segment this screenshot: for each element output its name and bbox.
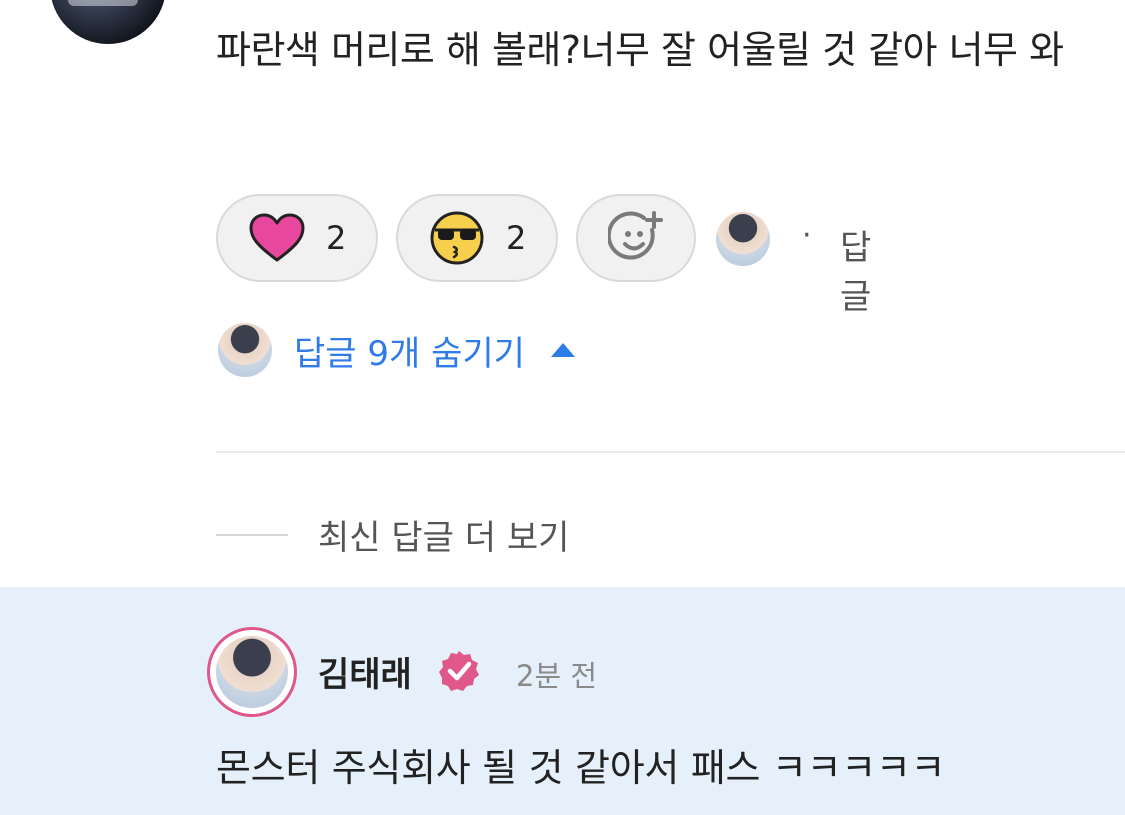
more-replies-line [216,533,288,536]
reply-timestamp: 2분 전 [516,659,598,693]
separator-dot: · [802,218,812,253]
emoji-count: 2 [506,219,527,257]
more-replies-button[interactable]: 최신 답글 더 보기 [318,510,569,559]
caret-up-icon [550,343,575,357]
heart-icon [249,213,305,262]
sunglasses-kiss-emoji-icon [430,211,484,265]
highlighted-reply: 김태래 2분 전 몬스터 주식회사 될 것 같아서 패스 ㅋㅋㅋㅋㅋ [0,587,1125,815]
emoji-reaction-button[interactable]: 2 [396,194,558,282]
hide-replies-toggle[interactable]: 답글 9개 숨기기 [218,322,575,378]
reply-author-avatar-ring[interactable] [207,627,297,717]
reply-author-name[interactable]: 김태래 [318,647,412,696]
hide-replies-label[interactable]: 답글 9개 숨기기 [294,326,525,375]
heart-reaction-button[interactable]: 2 [216,194,378,282]
add-reaction-button[interactable] [576,194,696,282]
comment-text: 파란색 머리로 해 볼래?너무 잘 어울릴 것 같아 너무 와 [216,28,1064,72]
divider [216,451,1125,453]
heart-count: 2 [326,219,347,257]
replier-avatar [218,323,272,377]
add-emoji-icon [608,211,663,260]
more-replies-row[interactable]: 최신 답글 더 보기 [216,510,569,559]
comment-thread: 파란색 머리로 해 볼래?너무 잘 어울릴 것 같아 너무 와 2 2 · 답글… [0,0,1125,815]
reply-author-avatar [216,636,288,708]
verified-badge-icon [439,651,479,691]
reply-text: 몬스터 주식회사 될 것 같아서 패스 ㅋㅋㅋㅋㅋ [216,746,946,790]
reply-button[interactable]: 답글 [840,220,871,318]
commenter-avatar[interactable] [50,0,166,44]
reactor-avatar[interactable] [716,212,770,266]
